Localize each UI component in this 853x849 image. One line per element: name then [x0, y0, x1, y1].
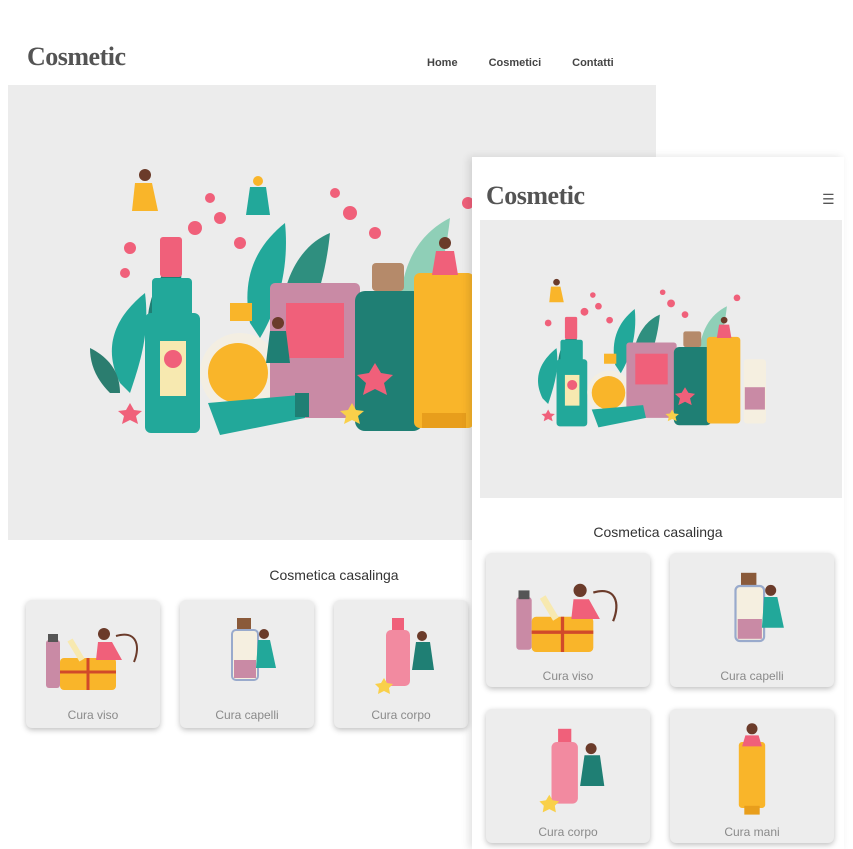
- serum-bottle-icon: [734, 572, 784, 643]
- soap-gift-icon: [516, 583, 618, 652]
- card-cura-corpo[interactable]: Cura corpo: [334, 600, 468, 728]
- lotion-bottle-icon: [539, 728, 605, 813]
- card-cura-viso[interactable]: Cura viso: [486, 553, 650, 687]
- hand-cream-tube-icon: [738, 723, 766, 815]
- card-label: Cura corpo: [538, 825, 598, 839]
- card-label: Cura capelli: [720, 669, 784, 683]
- mobile-view: Cosmetic ☰ Cosmetica casalinga Cura viso…: [472, 157, 844, 849]
- card-cura-mani[interactable]: Cura mani: [670, 709, 834, 843]
- soap-gift-icon: [46, 628, 138, 690]
- section-title: Cosmetica casalinga: [593, 524, 723, 540]
- card-cura-corpo[interactable]: Cura corpo: [486, 709, 650, 843]
- card-label: Cura corpo: [371, 708, 431, 722]
- lotion-bottle-icon: [375, 618, 434, 694]
- card-cura-capelli[interactable]: Cura capelli: [180, 600, 314, 728]
- card-label: Cura mani: [724, 825, 780, 839]
- nav-contatti[interactable]: Contatti: [572, 57, 614, 69]
- nav-cosmetici[interactable]: Cosmetici: [489, 57, 542, 69]
- serum-bottle-icon: [231, 618, 276, 681]
- card-cura-capelli[interactable]: Cura capelli: [670, 553, 834, 687]
- mobile-header: Cosmetic ☰: [472, 157, 844, 219]
- card-cura-viso[interactable]: Cura viso: [26, 600, 160, 728]
- hero-image: [480, 220, 842, 498]
- hamburger-icon[interactable]: ☰: [822, 191, 835, 208]
- card-label: Cura viso: [542, 669, 594, 683]
- cosmetics-illustration: [538, 278, 767, 428]
- main-nav: Home Cosmetici Contatti: [427, 57, 614, 69]
- card-label: Cura capelli: [215, 708, 279, 722]
- card-label: Cura viso: [67, 708, 119, 722]
- site-logo[interactable]: Cosmetic: [486, 181, 585, 211]
- site-logo[interactable]: Cosmetic: [27, 42, 126, 72]
- nav-home[interactable]: Home: [427, 57, 458, 69]
